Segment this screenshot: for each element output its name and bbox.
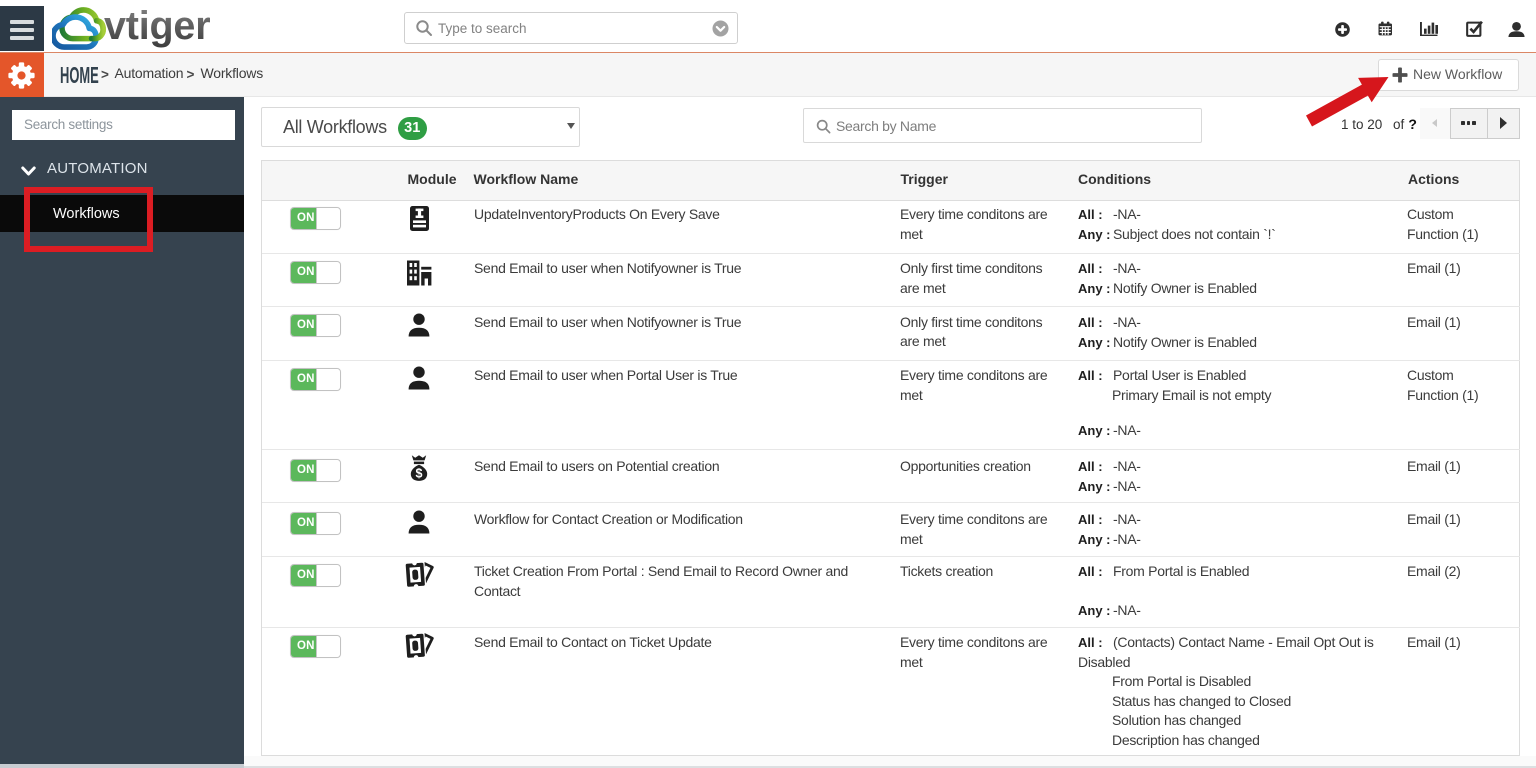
- svg-text:$: $: [416, 466, 423, 480]
